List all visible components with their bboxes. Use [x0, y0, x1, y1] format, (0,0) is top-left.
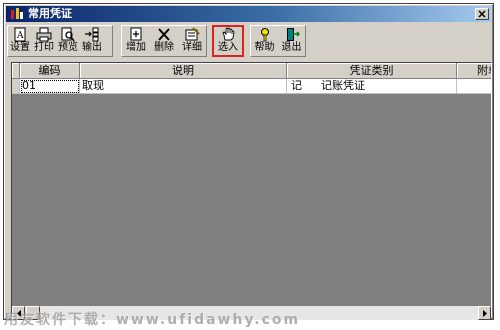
title-bar[interactable]: 常用凭证: [6, 6, 491, 22]
preview-button[interactable]: 预览: [56, 26, 80, 56]
export-icon: [85, 27, 99, 42]
hand-icon: [222, 27, 235, 41]
column-header-description[interactable]: 说明: [80, 63, 287, 79]
preview-label: 预览: [58, 42, 78, 53]
cell-description[interactable]: 取现: [80, 79, 287, 94]
setup-button[interactable]: A 设置: [8, 26, 32, 56]
add-icon: [130, 27, 142, 41]
help-icon: [260, 28, 269, 42]
exit-label: 退出: [281, 42, 302, 53]
cell-code[interactable]: 01: [20, 79, 80, 94]
help-button[interactable]: 帮助: [251, 26, 278, 56]
toolbar-group-help: 帮助 退出: [250, 25, 306, 57]
select-in-button[interactable]: 选入: [212, 25, 244, 57]
voucher-type-name: 记账凭证: [321, 79, 365, 92]
watermark-text: 用友软件下载：www.ufidawhy.com: [4, 312, 301, 328]
cell-attachments[interactable]: [457, 79, 491, 94]
column-header-code[interactable]: 编码: [20, 63, 80, 79]
export-button[interactable]: 输出: [80, 26, 104, 56]
detail-button[interactable]: 详细: [178, 26, 206, 56]
arrow-right-icon: [483, 310, 487, 317]
grid-header: 编码 说明 凭证类别 附单: [12, 63, 491, 79]
app-icon: [11, 8, 23, 19]
voucher-window: 常用凭证 A 设置 打印 预览 输出 增加 删除 详细 选入 帮助 退出 编码 …: [3, 3, 494, 320]
detail-icon: [185, 27, 200, 41]
table-row[interactable]: 01 取现 记 记账凭证: [12, 79, 491, 94]
delete-label: 删除: [154, 42, 174, 53]
column-header-attachments[interactable]: 附单: [457, 63, 491, 79]
print-button[interactable]: 打印: [32, 26, 56, 56]
select-in-label: 选入: [218, 42, 238, 53]
printer-icon: [36, 27, 52, 42]
close-icon: [478, 10, 486, 18]
delete-button[interactable]: 删除: [150, 26, 178, 56]
toolbar-group-output: A 设置 打印 预览 输出: [7, 25, 113, 57]
row-selector-header: [12, 63, 20, 79]
voucher-grid[interactable]: 编码 说明 凭证类别 附单 01 取现 记 记账凭证: [11, 62, 492, 317]
delete-icon: [158, 28, 170, 41]
toolbar: A 设置 打印 预览 输出 增加 删除 详细 选入 帮助 退出: [6, 24, 491, 58]
toolbar-group-edit: 增加 删除 详细: [121, 25, 207, 57]
print-label: 打印: [34, 42, 54, 53]
close-button[interactable]: [475, 8, 489, 20]
help-label: 帮助: [254, 42, 275, 53]
setup-icon: A: [14, 27, 26, 42]
exit-icon: [286, 28, 300, 41]
window-title: 常用凭证: [28, 7, 72, 20]
exit-button[interactable]: 退出: [278, 26, 305, 56]
add-label: 增加: [126, 42, 146, 53]
cell-voucher-type[interactable]: 记 记账凭证: [287, 79, 457, 94]
svg-text:A: A: [16, 31, 24, 41]
toolbar-group-select: 选入: [212, 25, 244, 57]
add-button[interactable]: 增加: [122, 26, 150, 56]
voucher-type-short: 记: [291, 79, 302, 92]
detail-label: 详细: [182, 42, 202, 53]
row-selector[interactable]: [12, 79, 20, 94]
scroll-right-button[interactable]: [478, 306, 491, 320]
export-label: 输出: [82, 42, 102, 53]
column-header-voucher-type[interactable]: 凭证类别: [287, 63, 457, 79]
preview-icon: [61, 27, 75, 42]
setup-label: 设置: [10, 42, 30, 53]
